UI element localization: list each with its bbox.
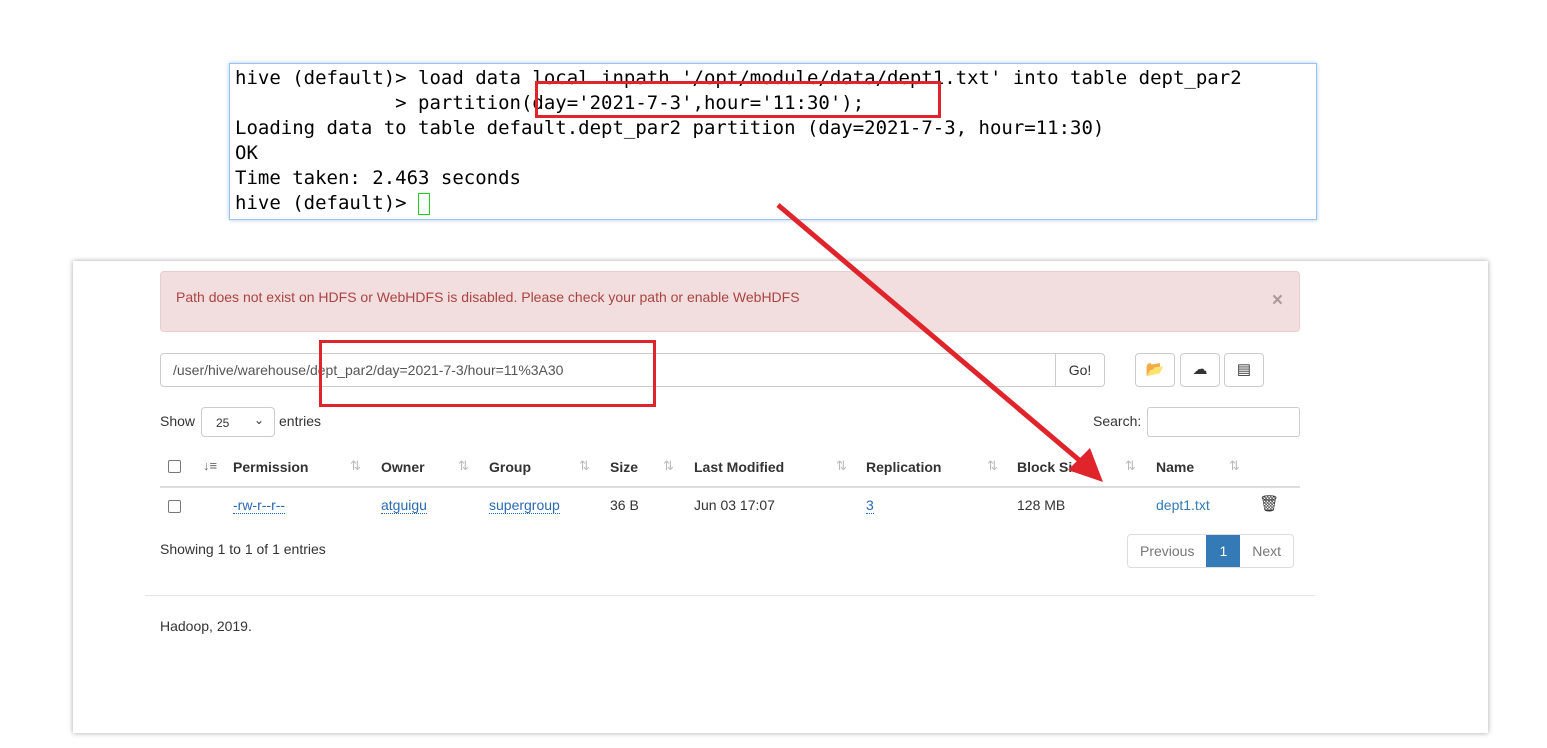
arrow-shaft [776, 203, 1087, 467]
annotation-arrow [776, 203, 1103, 482]
